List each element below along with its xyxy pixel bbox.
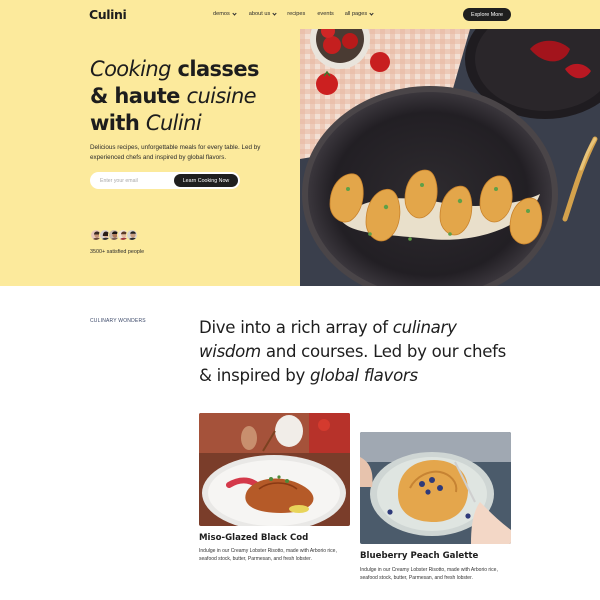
headline-text: with (90, 111, 146, 135)
nav-label: demos (213, 11, 230, 17)
nav-item-events[interactable]: events (317, 11, 333, 17)
blueberry-galette-image[interactable] (360, 432, 511, 544)
headline-text: classes (170, 57, 260, 81)
avatar (126, 229, 138, 241)
nav-item-recipes[interactable]: recipes (287, 11, 305, 17)
nav-label: events (317, 11, 334, 17)
avatar-group (90, 229, 138, 241)
headline-text: & haute (90, 84, 187, 108)
chevron-down-icon (272, 10, 277, 16)
site-logo[interactable]: Culini (89, 7, 127, 22)
card-title[interactable]: Miso-Glazed Black Cod (199, 533, 308, 543)
newsletter-form: Learn Cooking Now (90, 172, 240, 189)
top-navigation: Culini demos about us recipes events all… (0, 0, 600, 29)
explore-more-button[interactable]: Explore More (463, 8, 511, 21)
heading-italic: global flavors (310, 366, 418, 385)
chevron-down-icon (232, 10, 237, 16)
nav-item-about-us[interactable]: about us (248, 10, 277, 17)
card-title[interactable]: Blueberry Peach Galette (360, 551, 478, 561)
card-description: Indulge in our Creamy Lobster Risotto, m… (199, 548, 337, 562)
section-heading: Dive into a rich array of culinary wisdo… (199, 316, 509, 388)
headline-italic: Cooking (90, 57, 171, 81)
headline-italic: Culini (145, 111, 202, 135)
black-cod-image[interactable] (199, 413, 350, 526)
nav-item-all-pages[interactable]: all pages (344, 10, 374, 17)
nav-label: all pages (344, 11, 368, 17)
learn-cooking-button[interactable]: Learn Cooking Now (174, 174, 238, 187)
section-eyebrow: CULINARY WONDERS (90, 318, 146, 324)
hero-food-image (300, 29, 600, 286)
headline-italic: cuisine (186, 84, 257, 108)
nav-label: about us (248, 11, 271, 17)
hero-description: Delicious recipes, unforgettable meals f… (90, 144, 261, 161)
nav-item-demos[interactable]: demos (213, 10, 237, 17)
email-input[interactable] (100, 177, 170, 184)
satisfied-people-count: 3500+ satisfied people (90, 249, 145, 255)
main-menu: demos about us recipes events all pages (213, 10, 374, 17)
card-description: Indulge in our Creamy Lobster Risotto, m… (360, 567, 498, 581)
heading-text: Dive into a rich array of (199, 318, 393, 337)
hero-headline: Cooking classes & haute cuisine with Cul… (90, 56, 290, 137)
chevron-down-icon (369, 10, 374, 16)
nav-label: recipes (287, 11, 306, 17)
